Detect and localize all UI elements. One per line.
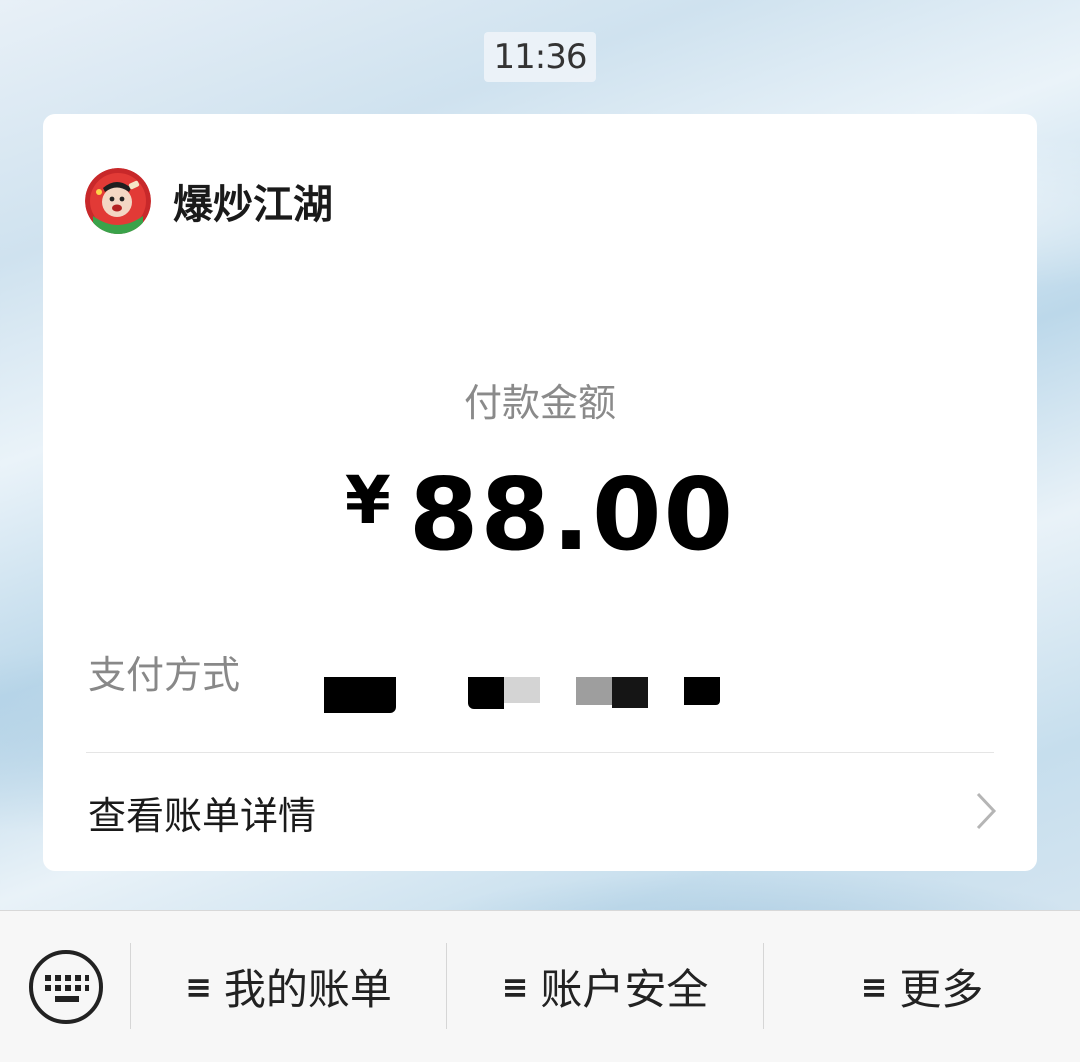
currency-symbol: ¥ — [344, 462, 391, 539]
view-bill-details-link[interactable]: 查看账单详情 — [43, 753, 1037, 871]
amount-value: 88.00 — [408, 456, 736, 573]
chevron-right-icon — [976, 792, 997, 830]
menu-my-bills[interactable]: ≡ 我的账单 — [131, 911, 446, 1062]
menu-account-security[interactable]: ≡ 账户安全 — [447, 911, 763, 1062]
payment-amount: ¥88.00 — [43, 456, 1037, 573]
keyboard-toggle-icon[interactable] — [28, 949, 104, 1025]
menu-more[interactable]: ≡ 更多 — [764, 911, 1080, 1062]
payment-method-label: 支付方式 — [88, 653, 241, 697]
menu-lines-icon: ≡ — [185, 967, 212, 1006]
view-bill-details-label: 查看账单详情 — [88, 794, 317, 838]
merchant-header[interactable]: 爆炒江湖 — [85, 168, 333, 234]
service-menu-bar: ≡ 我的账单 ≡ 账户安全 ≡ 更多 — [0, 910, 1080, 1062]
merchant-name: 爆炒江湖 — [173, 182, 333, 228]
merchant-avatar[interactable] — [85, 168, 151, 234]
menu-lines-icon: ≡ — [501, 967, 529, 1006]
menu-lines-icon: ≡ — [860, 967, 888, 1006]
amount-label: 付款金额 — [463, 381, 616, 425]
menu-more-label: 更多 — [899, 965, 984, 1014]
payment-notification-card[interactable]: 爆炒江湖 付款金额 ¥88.00 支付方式 查看账单详情 — [43, 114, 1037, 871]
menu-account-security-label: 账户安全 — [540, 965, 709, 1014]
menu-my-bills-label: 我的账单 — [223, 965, 392, 1014]
message-timestamp: 11:36 — [484, 32, 596, 82]
